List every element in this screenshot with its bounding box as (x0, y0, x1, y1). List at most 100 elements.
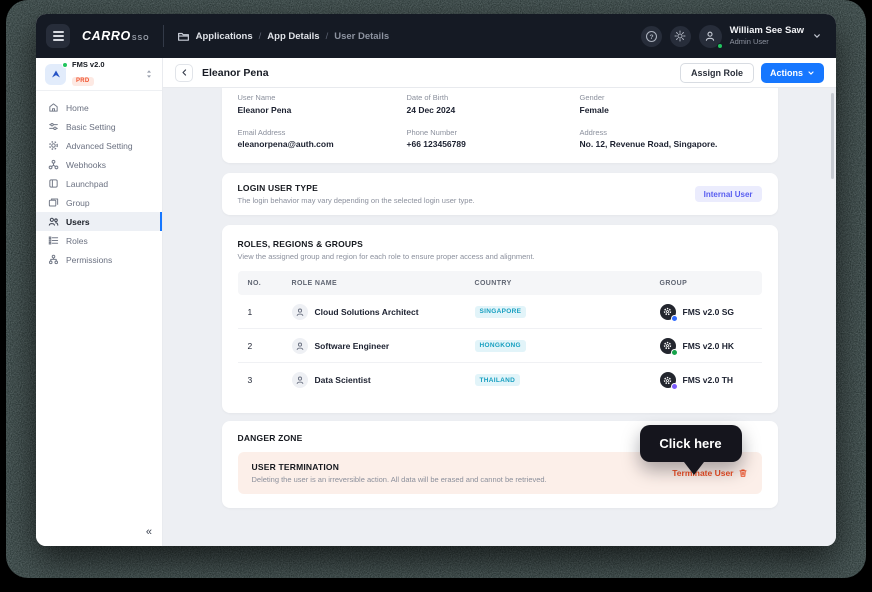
help-button[interactable]: ? (641, 26, 662, 47)
users-icon (48, 216, 59, 227)
group-region-dot (671, 383, 678, 390)
sidebar-item-advanced-setting[interactable]: Advanced Setting (36, 136, 162, 155)
sliders-icon (48, 121, 59, 132)
user-avatar[interactable] (699, 25, 722, 48)
sidebar: FMS v2.0 PRD Home (36, 58, 163, 546)
click-here-tooltip: Click here (640, 425, 742, 462)
login-user-type-card: LOGIN USER TYPE The login behavior may v… (222, 173, 778, 215)
main-area: Eleanor Pena Assign Role Actions (163, 58, 836, 546)
internal-user-badge: Internal User (695, 186, 762, 202)
breadcrumb-app-details[interactable]: App Details (267, 31, 319, 42)
hamburger-icon (53, 31, 64, 33)
folder-icon (177, 30, 190, 43)
home-icon (48, 102, 59, 113)
hierarchy-icon (48, 254, 59, 265)
back-button[interactable] (175, 64, 193, 82)
field-email-address: Email Address eleanorpena@auth.com (238, 128, 407, 150)
roles-regions-groups-card: ROLES, REGIONS & GROUPS View the assigne… (222, 225, 778, 413)
field-address: Address No. 12, Revenue Road, Singapore. (580, 128, 762, 150)
brand-suffix: SSO (132, 35, 150, 42)
help-icon: ? (645, 30, 658, 43)
top-bar: CARRO SSO Applications / App Details / U… (36, 14, 836, 58)
user-menu-chevron[interactable] (812, 31, 822, 41)
page-actions: Assign Role Actions (680, 63, 824, 83)
environment-badge: PRD (72, 77, 94, 86)
sidebar-item-basic-setting[interactable]: Basic Setting (36, 117, 162, 136)
table-row[interactable]: 3 Data Scientist THAILAND (238, 363, 762, 397)
brand-logo: CARRO SSO (82, 29, 150, 43)
breadcrumb-user-details: User Details (334, 31, 389, 42)
sidebar-item-roles[interactable]: Roles (36, 231, 162, 250)
country-badge: SINGAPORE (475, 306, 527, 318)
sidebar-item-users[interactable]: Users (36, 212, 162, 231)
sun-icon (674, 30, 686, 42)
app-selector[interactable]: FMS v2.0 PRD (36, 58, 162, 91)
field-date-of-birth: Date of Birth 24 Dec 2024 (407, 93, 580, 115)
sidebar-item-launchpad[interactable]: Launchpad (36, 174, 162, 193)
table-row[interactable]: 1 Cloud Solutions Architect SINGAPORE (238, 295, 762, 329)
app-window: CARRO SSO Applications / App Details / U… (36, 14, 836, 546)
app-meta: FMS v2.0 PRD (72, 61, 138, 87)
brand-name: CARRO (82, 29, 131, 43)
role-person-icon (292, 372, 308, 388)
breadcrumb-separator: / (326, 31, 329, 42)
assign-role-button[interactable]: Assign Role (680, 63, 754, 83)
app-name: FMS v2.0 (72, 61, 138, 69)
user-details-card: User Name Eleanor Pena Date of Birth 24 … (222, 88, 778, 163)
theme-toggle-button[interactable] (670, 26, 691, 47)
sidebar-item-webhooks[interactable]: Webhooks (36, 155, 162, 174)
country-badge: THAILAND (475, 374, 521, 386)
login-user-type-subtitle: The login behavior may vary depending on… (238, 196, 475, 205)
group-gear-icon (660, 304, 676, 320)
trash-icon (738, 468, 748, 478)
roles-table-header: NO. ROLE NAME COUNTRY GROUP (238, 271, 762, 295)
app-online-dot (62, 62, 68, 68)
webhook-icon (48, 159, 59, 170)
page-title: Eleanor Pena (202, 67, 269, 79)
actions-button[interactable]: Actions (761, 63, 824, 83)
gear-icon (48, 140, 59, 151)
table-row[interactable]: 2 Software Engineer HONGKONG (238, 329, 762, 363)
breadcrumb-applications[interactable]: Applications (196, 31, 253, 42)
danger-zone-card: DANGER ZONE Click here USER TERMINATION … (222, 421, 778, 508)
user-meta: William See Saw Admin User (730, 25, 804, 46)
hamburger-menu-button[interactable] (46, 24, 70, 48)
topbar-user-role: Admin User (730, 37, 804, 46)
divider (163, 25, 164, 47)
select-chevrons-icon (144, 68, 154, 80)
page-header: Eleanor Pena Assign Role Actions (163, 58, 836, 88)
topbar-right: ? William See Saw Adm (641, 25, 822, 48)
field-user-name: User Name Eleanor Pena (238, 93, 407, 115)
field-phone-number: Phone Number +66 123456789 (407, 128, 580, 150)
chevron-down-icon (807, 69, 815, 77)
launchpad-icon (48, 178, 59, 189)
person-icon (704, 30, 716, 42)
chevron-left-icon (180, 68, 189, 77)
sidebar-collapse-button[interactable]: « (146, 526, 152, 538)
app-logo (45, 64, 66, 85)
role-person-icon (292, 338, 308, 354)
folders-icon (48, 197, 59, 208)
online-status-dot (717, 43, 723, 49)
field-gender: Gender Female (580, 93, 762, 115)
scrollbar-thumb[interactable] (831, 93, 834, 179)
sidebar-item-group[interactable]: Group (36, 193, 162, 212)
group-gear-icon (660, 372, 676, 388)
screen: CARRO SSO Applications / App Details / U… (0, 0, 872, 592)
sidebar-item-home[interactable]: Home (36, 98, 162, 117)
group-region-dot (671, 349, 678, 356)
role-person-icon (292, 304, 308, 320)
roles-table: NO. ROLE NAME COUNTRY GROUP 1 (238, 271, 762, 397)
sidebar-item-permissions[interactable]: Permissions (36, 250, 162, 269)
content-scroll-area[interactable]: User Name Eleanor Pena Date of Birth 24 … (163, 88, 836, 546)
svg-text:?: ? (649, 33, 653, 40)
chevron-down-icon (812, 31, 822, 41)
login-user-type-title: LOGIN USER TYPE (238, 183, 475, 193)
app-logo-icon (50, 68, 62, 80)
user-termination-description: Deleting the user is an irreversible act… (252, 475, 547, 484)
group-gear-icon (660, 338, 676, 354)
roles-section-title: ROLES, REGIONS & GROUPS (238, 239, 762, 249)
sidebar-menu: Home Basic Setting Advanced Setting (36, 91, 162, 269)
group-region-dot (671, 315, 678, 322)
country-badge: HONGKONG (475, 340, 526, 352)
